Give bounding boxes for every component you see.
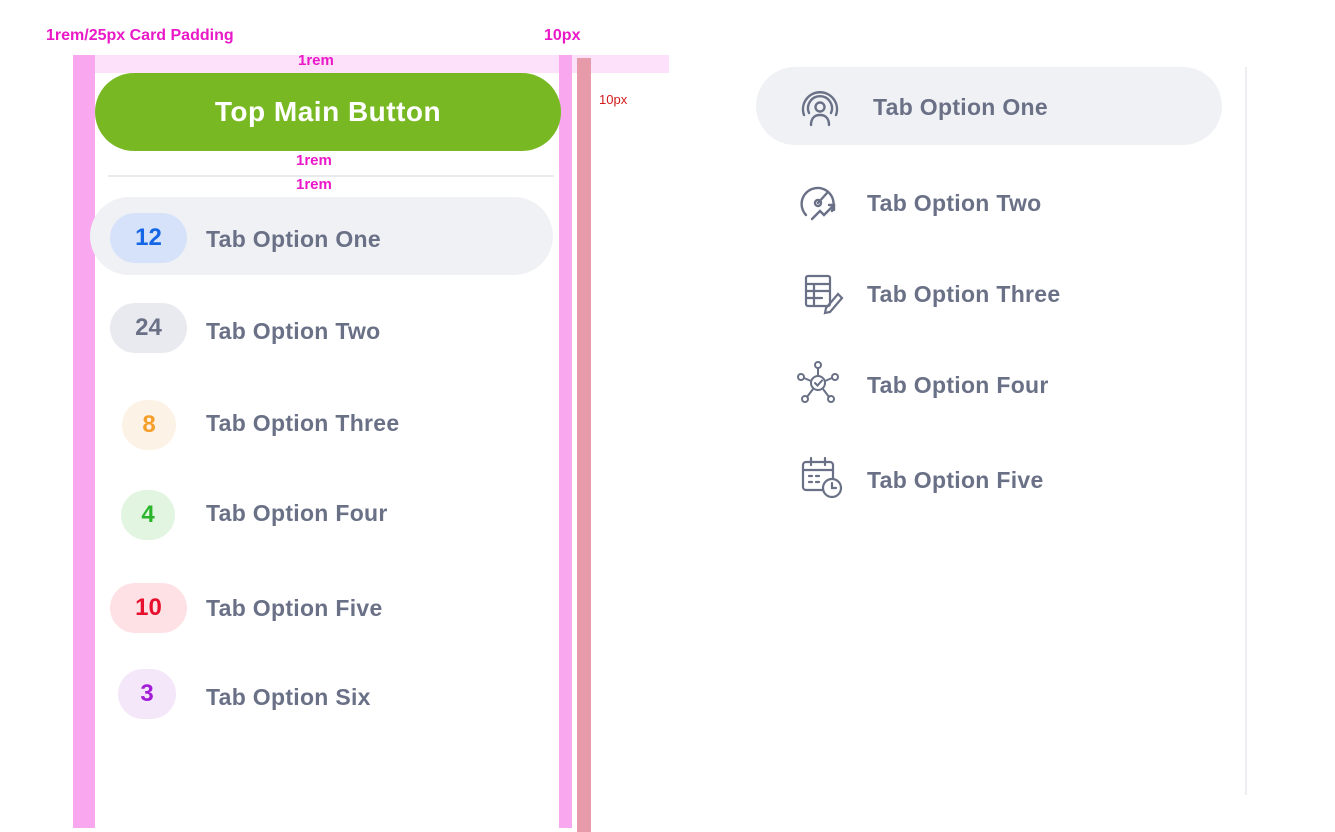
tab-label: Tab Option Two	[867, 190, 1042, 216]
tab-option-three[interactable]: 8 Tab Option Three	[90, 385, 553, 463]
outer-margin-guide	[577, 58, 591, 832]
broadcast-user-icon	[801, 91, 839, 127]
tab-option-four-icon-tab[interactable]: Tab Option Four	[756, 345, 1222, 423]
sidebar-border	[1245, 67, 1247, 795]
divider-spacing-note: 1rem	[296, 176, 332, 193]
count-badge: 12	[110, 213, 187, 263]
count-badge: 3	[118, 669, 176, 719]
right-padding-guide	[559, 55, 572, 828]
left-padding-guide	[73, 55, 95, 828]
top-spacing-note: 1rem	[298, 52, 334, 69]
count-badge: 8	[122, 400, 176, 450]
tab-option-four[interactable]: 4 Tab Option Four	[90, 475, 553, 553]
right-padding-note: 10px	[544, 27, 581, 44]
tab-option-five-icon-tab[interactable]: Tab Option Five	[756, 440, 1222, 518]
network-check-icon	[797, 361, 839, 403]
tab-label: Tab Option Four	[867, 372, 1049, 398]
speedometer-icon	[800, 186, 836, 221]
top-main-button[interactable]: Top Main Button	[95, 73, 561, 151]
tab-label: Tab Option Three	[867, 281, 1061, 307]
tab-label: Tab Option Five	[206, 595, 383, 621]
count-badge: 10	[110, 583, 187, 633]
count-badge: 4	[121, 490, 175, 540]
tab-option-six[interactable]: 3 Tab Option Six	[90, 655, 553, 733]
tab-option-one[interactable]: 12 Tab Option One	[90, 197, 553, 275]
outer-margin-note: 10px	[599, 92, 628, 107]
tab-label: Tab Option Four	[206, 500, 388, 526]
tab-label: Tab Option Two	[206, 318, 381, 344]
card-padding-note: 1rem/25px Card Padding	[46, 27, 234, 44]
tab-option-five[interactable]: 10 Tab Option Five	[90, 569, 553, 647]
calendar-clock-icon	[801, 456, 843, 499]
divider	[108, 175, 554, 177]
table-edit-icon	[804, 274, 844, 315]
tab-option-three-icon-tab[interactable]: Tab Option Three	[756, 254, 1222, 332]
tab-label: Tab Option One	[873, 94, 1048, 120]
tab-label: Tab Option Six	[206, 684, 371, 710]
tab-option-two[interactable]: 24 Tab Option Two	[90, 289, 553, 367]
tab-label: Tab Option One	[206, 226, 381, 252]
tab-option-one-icon-tab[interactable]: Tab Option One	[756, 67, 1222, 145]
tab-label: Tab Option Three	[206, 410, 400, 436]
tab-label: Tab Option Five	[867, 467, 1044, 493]
tab-option-two-icon-tab[interactable]: Tab Option Two	[756, 163, 1222, 241]
count-badge: 24	[110, 303, 187, 353]
button-spacing-note: 1rem	[296, 152, 332, 169]
